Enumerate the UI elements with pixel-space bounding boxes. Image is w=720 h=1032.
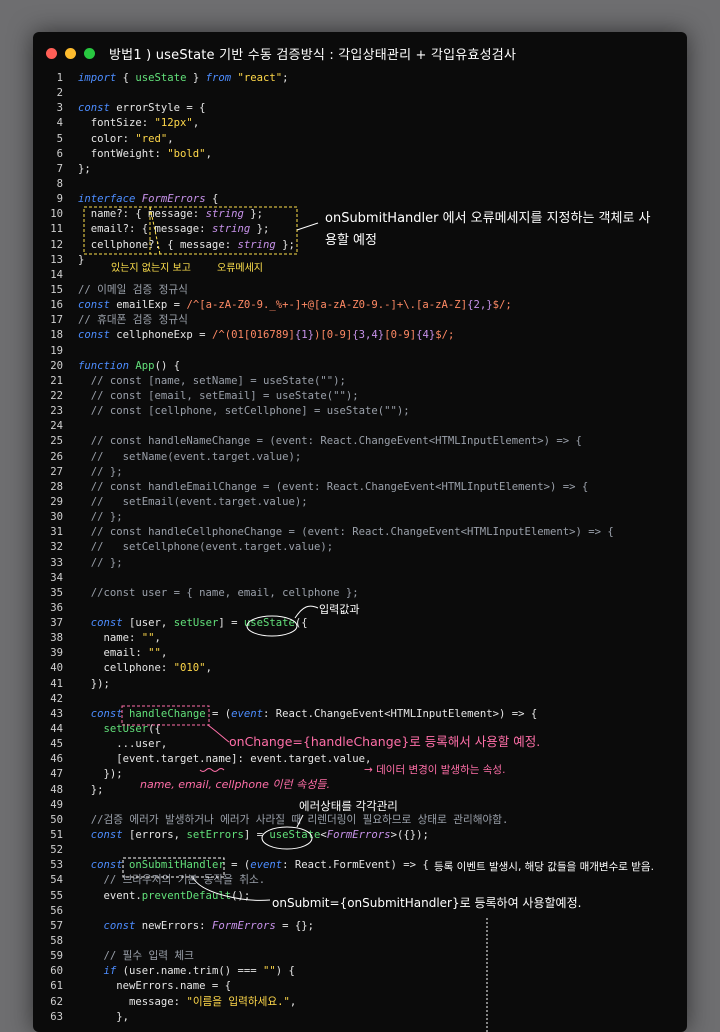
optional-note: 있는지 없는지 보고	[111, 263, 191, 274]
submit-event-note: 등록 이벤트 발생시, 해당 값들을 매개변수로 받음.	[434, 861, 654, 873]
handlechange-box	[121, 705, 210, 726]
input-value-note: 입력값과	[319, 603, 360, 616]
onchange-note: onChange={handleChange}로 등록해서 사용할 예정.	[229, 734, 541, 749]
optional-divider-slant	[149, 206, 161, 255]
name-wavy-underline	[199, 768, 225, 772]
onsubmit-arrow	[192, 877, 271, 901]
data-change-note: → 데이터 변경이 발생하는 속성.	[364, 764, 506, 776]
usestate-arrow	[294, 605, 319, 619]
errors-usestate-circle	[261, 826, 313, 850]
error-message-note: 오류메세지	[217, 263, 263, 274]
code-window: 방법1 ) useState 기반 수동 검증방식 : 각입상태관리 + 각입유…	[33, 32, 687, 1032]
optional-props-box	[83, 206, 298, 255]
name-attr-note: name, email, cellphone 이런 속성들.	[140, 778, 330, 791]
interface-arrow	[296, 222, 319, 231]
interface-note: onSubmitHandler 에서 오류메세지를 지정하는 객체로 사용할 예…	[325, 211, 651, 248]
onsubmit-box	[122, 857, 225, 878]
error-state-note: 에러상태를 각각관리	[299, 799, 398, 813]
usestate-circle	[246, 615, 298, 637]
onsubmit-note: onSubmit={onSubmitHandler}로 등록하여 사용할예정.	[272, 896, 582, 910]
annotation-overlay	[83, 206, 488, 1032]
errors-arrow	[296, 814, 304, 828]
handlechange-arrow	[207, 724, 230, 743]
